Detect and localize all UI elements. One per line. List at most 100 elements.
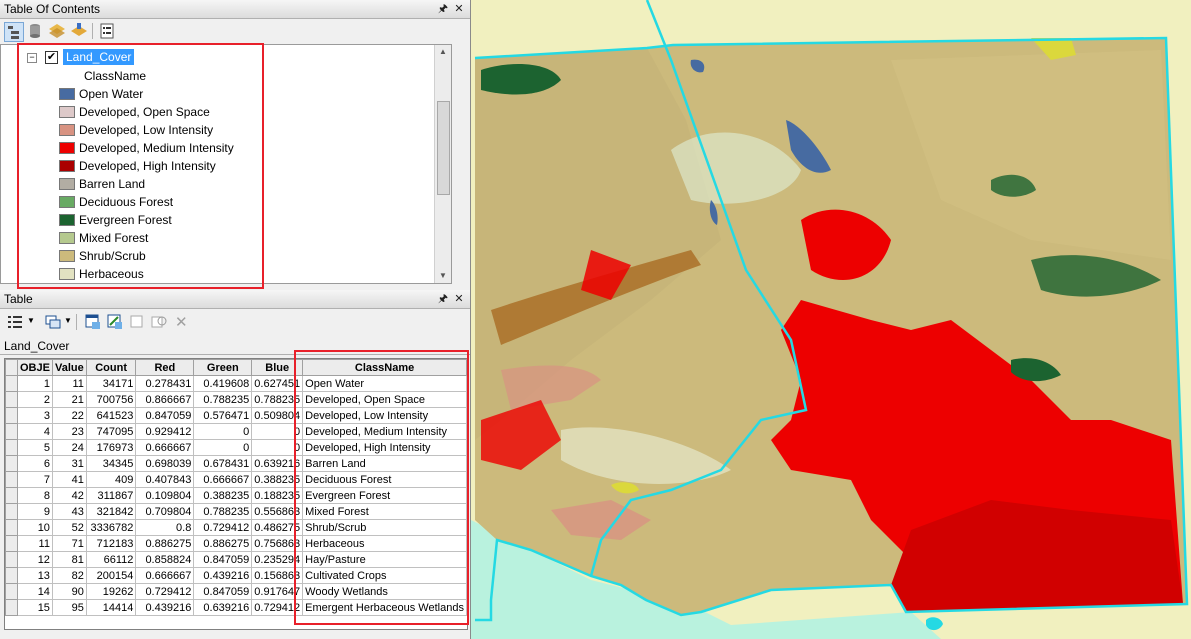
land-cover-map[interactable] (471, 0, 1191, 639)
table-cell[interactable]: 0.556863 (251, 503, 304, 520)
table-cell[interactable]: 24 (51, 439, 87, 456)
table-cell[interactable]: 9 (16, 503, 53, 520)
table-cell[interactable]: 0.858824 (135, 551, 195, 568)
table-cell[interactable]: 15 (16, 599, 53, 616)
table-cell[interactable]: 0.439216 (193, 567, 253, 584)
table-cell[interactable]: 747095 (85, 423, 137, 440)
table-cell[interactable]: 11 (51, 375, 87, 392)
table-cell[interactable]: 0.729412 (135, 583, 195, 600)
table-cell[interactable]: 0.729412 (251, 599, 304, 616)
row-selector[interactable] (5, 599, 18, 616)
column-header[interactable]: ClassName (302, 359, 467, 376)
table-cell[interactable]: 0.698039 (135, 455, 195, 472)
table-cell[interactable]: Emergent Herbaceous Wetlands (302, 599, 467, 616)
table-cell[interactable]: 19262 (85, 583, 137, 600)
table-cell[interactable]: 0.109804 (135, 487, 195, 504)
table-cell[interactable]: 6 (16, 455, 53, 472)
table-cell[interactable]: 0.729412 (193, 519, 253, 536)
table-cell[interactable]: 82 (51, 567, 87, 584)
table-cell[interactable]: 2 (16, 391, 53, 408)
pin-icon[interactable]: 🖈 (436, 292, 450, 306)
table-cell[interactable]: 0 (251, 423, 304, 440)
table-cell[interactable]: Developed, Open Space (302, 391, 467, 408)
chevron-down-icon[interactable]: ▼ (64, 316, 72, 325)
chevron-down-icon[interactable]: ▼ (27, 316, 35, 325)
map-view[interactable] (471, 0, 1191, 639)
table-row[interactable]: 14 90 19262 0.729412 0.847059 0.917647 Woody W… (5, 583, 467, 600)
table-cell[interactable]: Woody Wetlands (302, 583, 467, 600)
table-cell[interactable]: 0.917647 (251, 583, 304, 600)
table-cell[interactable]: 712183 (85, 535, 137, 552)
table-cell[interactable]: 34171 (85, 375, 137, 392)
table-cell[interactable]: 0.756863 (251, 535, 304, 552)
table-cell[interactable]: 42 (51, 487, 87, 504)
table-cell[interactable]: 700756 (85, 391, 137, 408)
table-cell[interactable]: 0.509804 (251, 407, 304, 424)
table-cell[interactable]: 34345 (85, 455, 137, 472)
table-cell[interactable]: 31 (51, 455, 87, 472)
table-cell[interactable]: 52 (51, 519, 87, 536)
table-cell[interactable]: Developed, Low Intensity (302, 407, 467, 424)
table-cell[interactable]: 0.847059 (193, 551, 253, 568)
delete-selected-icon[interactable]: ✕ (175, 313, 188, 331)
table-cell[interactable]: 14414 (85, 599, 137, 616)
row-selector[interactable] (5, 519, 18, 536)
table-options-icon[interactable] (6, 313, 24, 331)
table-cell[interactable]: 409 (85, 471, 137, 488)
table-cell[interactable]: 0.639216 (251, 455, 304, 472)
row-selector[interactable] (5, 407, 18, 424)
list-by-drawing-order-icon[interactable] (4, 22, 24, 42)
table-cell[interactable]: Herbaceous (302, 535, 467, 552)
layer-name[interactable]: Land_Cover (63, 49, 135, 65)
table-row[interactable]: 6 31 34345 0.698039 0.678431 0.639216 Barren L… (5, 455, 467, 472)
table-cell[interactable]: 0.788235 (193, 503, 253, 520)
row-selector[interactable] (5, 439, 18, 456)
related-tables-icon[interactable] (44, 313, 62, 331)
row-selector[interactable] (5, 503, 18, 520)
table-cell[interactable]: 0.235294 (251, 551, 304, 568)
table-cell[interactable]: 8 (16, 487, 53, 504)
table-row[interactable]: 12 81 66112 0.858824 0.847059 0.235294 Hay/Pas… (5, 551, 467, 568)
column-header[interactable]: Blue (251, 359, 304, 376)
table-row[interactable]: 2 21 700756 0.866667 0.788235 0.788235 Develop… (5, 391, 467, 408)
table-cell[interactable]: Evergreen Forest (302, 487, 467, 504)
table-cell[interactable]: Open Water (302, 375, 467, 392)
collapse-icon[interactable]: − (27, 53, 37, 63)
column-header[interactable]: Count (85, 359, 137, 376)
table-tab[interactable]: Land_Cover (0, 338, 470, 355)
table-cell[interactable]: 0.407843 (135, 471, 195, 488)
table-cell[interactable]: 43 (51, 503, 87, 520)
table-cell[interactable]: Developed, High Intensity (302, 439, 467, 456)
zoom-to-selected-icon[interactable] (150, 313, 168, 331)
table-cell[interactable]: 321842 (85, 503, 137, 520)
table-row[interactable]: 4 23 747095 0.929412 0 0 Developed, Medium Int… (5, 423, 467, 440)
pin-icon[interactable]: 🖈 (436, 2, 450, 16)
scroll-down-icon[interactable]: ▼ (435, 269, 451, 283)
table-cell[interactable]: 0.788235 (193, 391, 253, 408)
table-row[interactable]: 13 82 200154 0.666667 0.439216 0.156863 Cultiv… (5, 567, 467, 584)
close-icon[interactable]: ✕ (452, 2, 466, 16)
clear-selection-icon[interactable] (128, 313, 146, 331)
list-by-selection-icon[interactable] (70, 22, 88, 40)
table-cell[interactable]: 23 (51, 423, 87, 440)
table-cell[interactable]: 14 (16, 583, 53, 600)
table-cell[interactable]: 0.847059 (193, 583, 253, 600)
table-cell[interactable]: 0.886275 (193, 535, 253, 552)
table-cell[interactable]: 95 (51, 599, 87, 616)
table-cell[interactable]: 200154 (85, 567, 137, 584)
row-selector[interactable] (5, 551, 18, 568)
table-cell[interactable]: 0.576471 (193, 407, 253, 424)
table-row[interactable]: 3 22 641523 0.847059 0.576471 0.509804 Develop… (5, 407, 467, 424)
row-selector-header[interactable] (5, 359, 18, 376)
table-cell[interactable]: 3336782 (85, 519, 137, 536)
list-by-visibility-icon[interactable] (48, 22, 66, 40)
table-cell[interactable]: Developed, Medium Intensity (302, 423, 467, 440)
table-cell[interactable]: 0.666667 (135, 439, 195, 456)
column-header[interactable]: Green (193, 359, 253, 376)
table-row[interactable]: 11 71 712183 0.886275 0.886275 0.756863 Herbac… (5, 535, 467, 552)
column-header[interactable]: Value (51, 359, 87, 376)
table-cell[interactable]: 0 (193, 439, 253, 456)
table-cell[interactable]: 5 (16, 439, 53, 456)
table-cell[interactable]: 0.678431 (193, 455, 253, 472)
row-selector[interactable] (5, 423, 18, 440)
